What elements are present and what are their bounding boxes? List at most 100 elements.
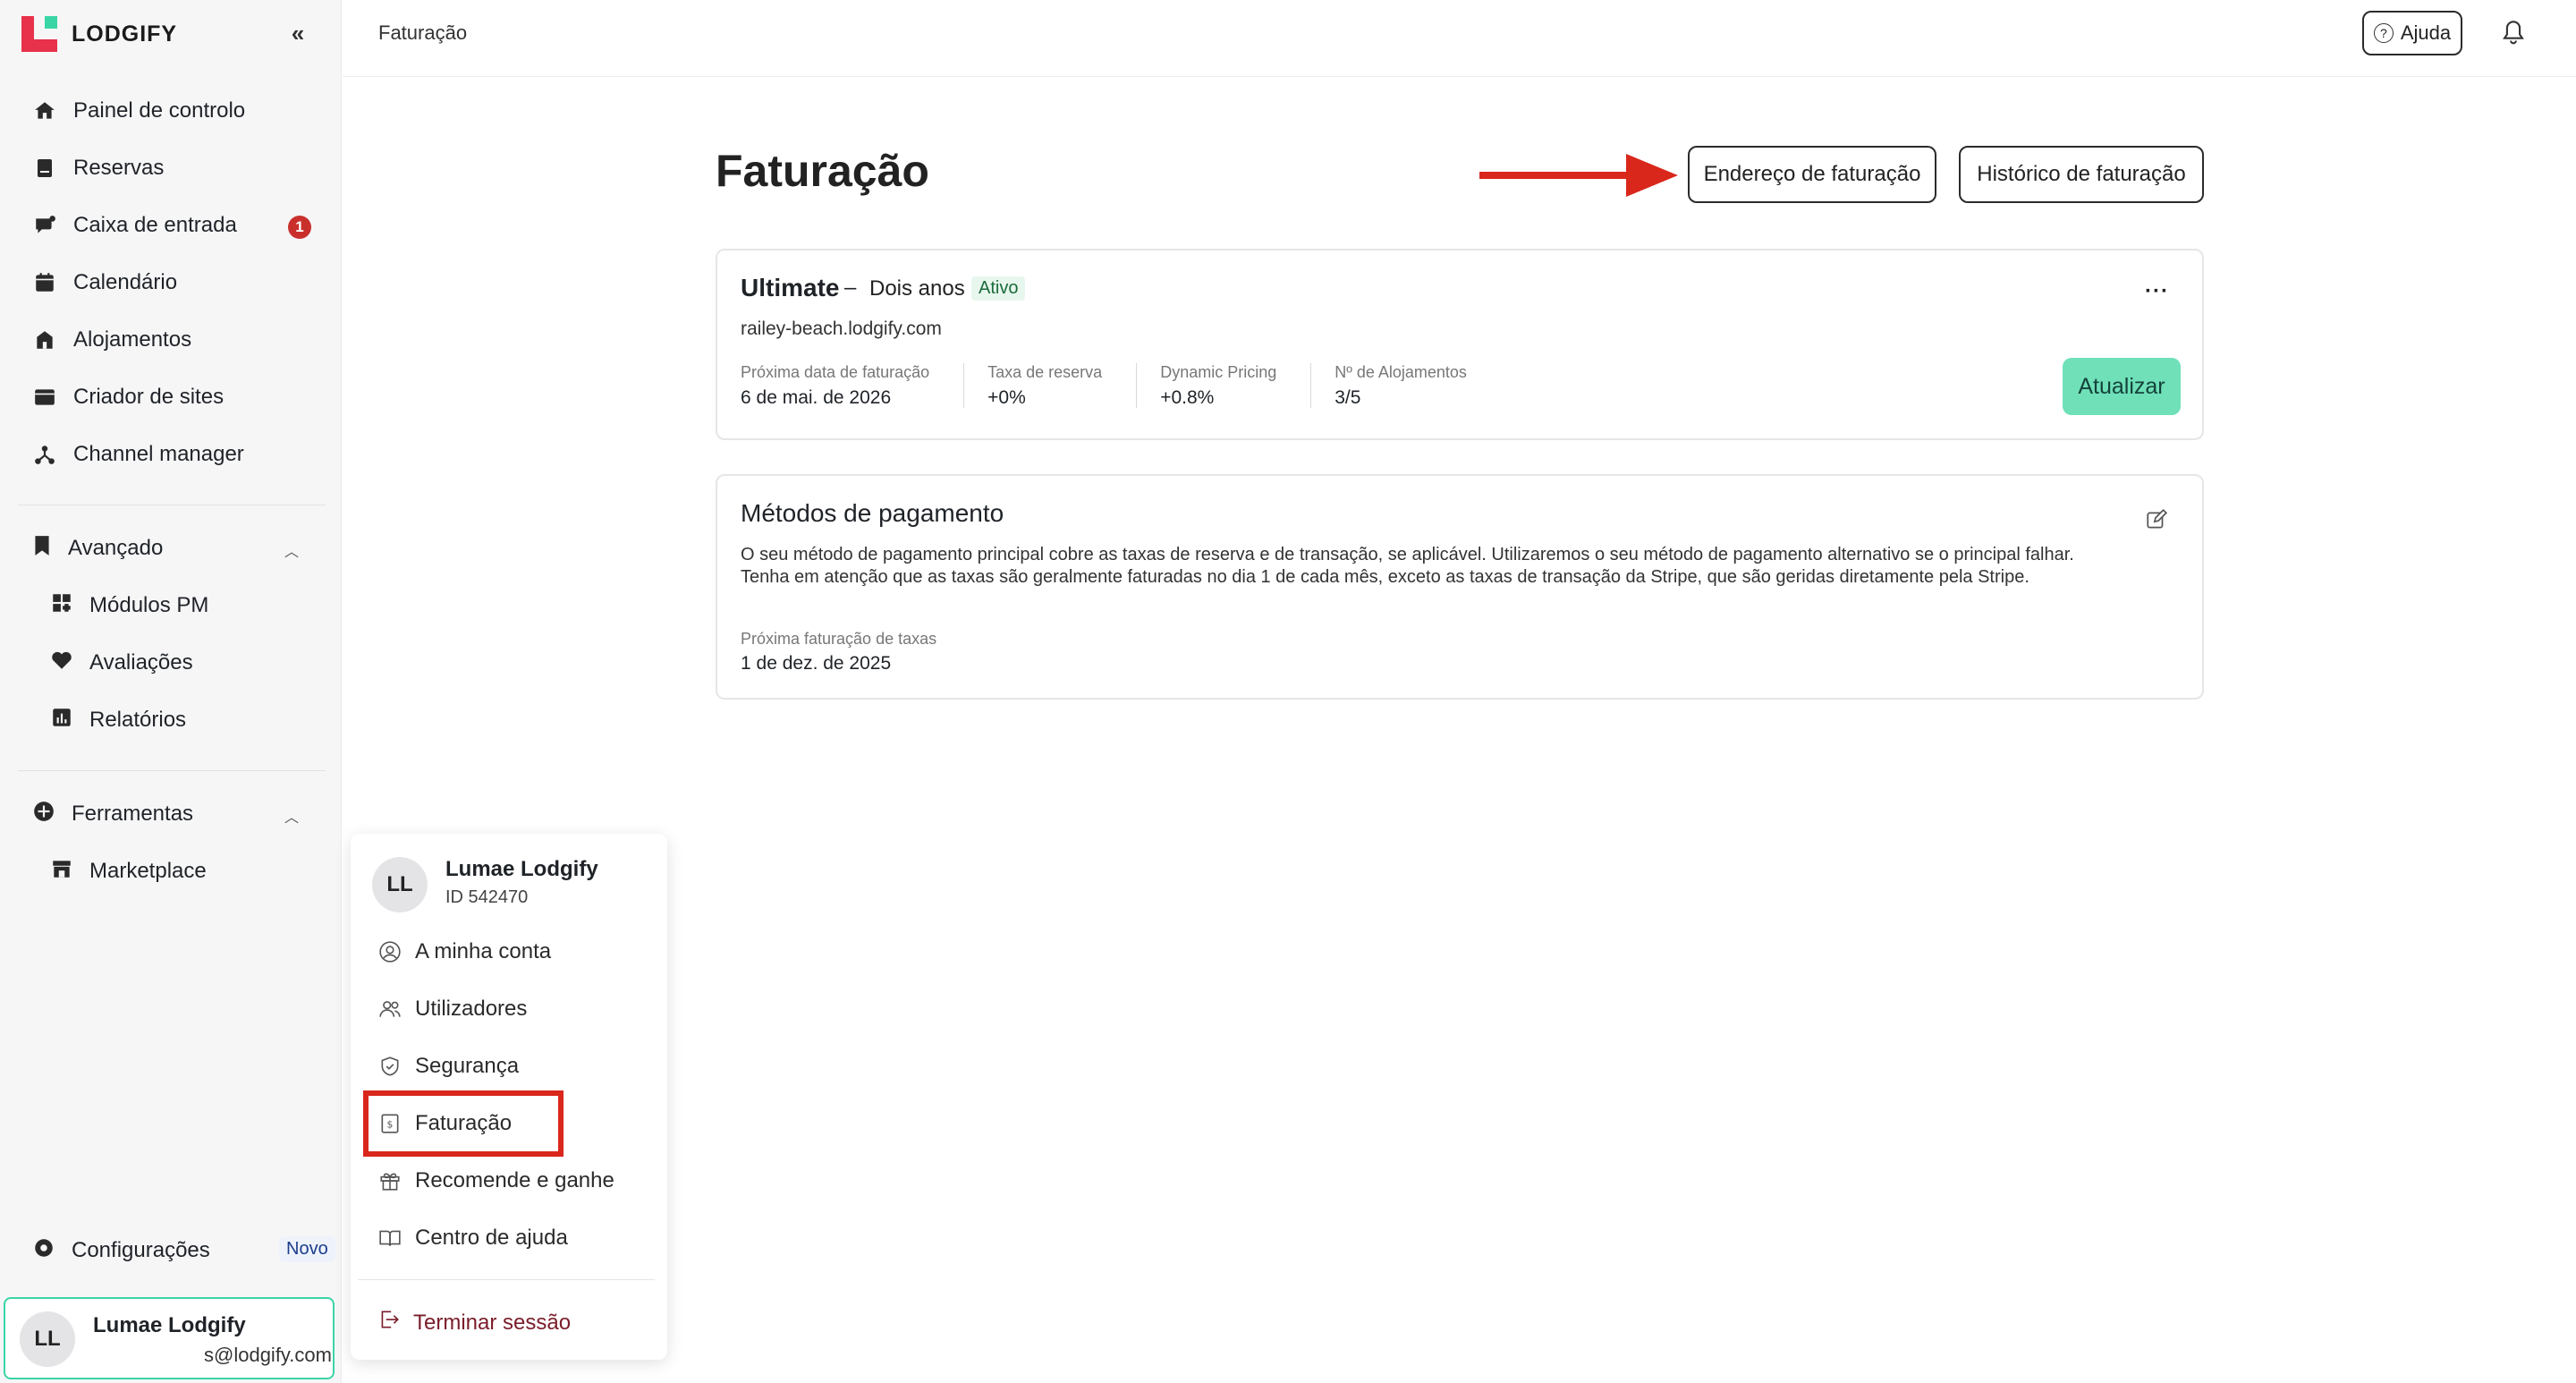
help-label: Ajuda [2400, 21, 2452, 44]
sidebar-item-label: Alojamentos [73, 327, 192, 352]
menu-item-label: Faturação [415, 1111, 513, 1135]
gift-icon [377, 1168, 402, 1193]
sidebar-item-marketplace[interactable]: Marketplace [18, 843, 326, 900]
avatar: LL [372, 857, 428, 912]
reports-icon [50, 706, 73, 735]
sidebar-group-label: Avançado [68, 536, 164, 560]
sidebar-nav: Painel de controlo Reservas Caixa de ent… [18, 82, 326, 900]
menu-item-label: A minha conta [415, 939, 552, 963]
logout-button[interactable]: Terminar sessão [377, 1308, 571, 1337]
collapse-sidebar-button[interactable]: « [279, 18, 317, 48]
channel-icon [32, 442, 57, 467]
sidebar-item-label: Criador de sites [73, 385, 225, 409]
stat-value: +0.8% [1160, 387, 1215, 408]
sidebar-item-label: Channel manager [73, 442, 244, 466]
menu-item-refer[interactable]: Recomende e ganhe [369, 1152, 655, 1209]
payment-methods-card: Métodos de pagamento O seu método de pag… [716, 474, 2204, 700]
breadcrumb: Faturação [378, 21, 468, 44]
billing-history-button[interactable]: Histórico de faturação [1959, 146, 2204, 203]
plan-name: Ultimate [741, 274, 840, 301]
page-title: Faturação [716, 146, 929, 196]
bell-icon[interactable] [2498, 18, 2529, 48]
stat-booking-fee: Taxa de reserva +0% [987, 363, 1138, 408]
sidebar-group-advanced[interactable]: Avançado ︿ [18, 520, 326, 577]
brand[interactable]: LODGIFY [21, 16, 177, 52]
user-email: s@lodgify.com [204, 1344, 332, 1366]
menu-item-label: Segurança [415, 1054, 520, 1078]
inbox-count-badge: 1 [288, 216, 311, 239]
avatar: LL [20, 1311, 75, 1367]
stat-properties: Nº de Alojamentos 3/5 [1335, 363, 1501, 408]
user-menu-divider [358, 1279, 655, 1280]
heart-icon [50, 649, 73, 678]
sidebar-item-label: Reservas [73, 156, 165, 180]
sidebar-group-tools[interactable]: Ferramentas ︿ [18, 785, 326, 843]
sidebar-item-label: Avaliações [89, 650, 193, 675]
brand-name: LODGIFY [72, 21, 178, 47]
users-icon [377, 997, 402, 1022]
question-icon: ? [2373, 23, 2394, 43]
sidebar-item-label: Caixa de entrada [73, 213, 237, 237]
shield-icon [377, 1054, 402, 1079]
sidebar-divider [18, 770, 326, 771]
sidebar-item-label: Relatórios [89, 708, 187, 732]
sidebar-item-label: Configurações [72, 1238, 210, 1262]
menu-item-billing[interactable]: $ Faturação [363, 1090, 655, 1157]
sidebar-item-label: Painel de controlo [73, 98, 246, 123]
sidebar-item-calendar[interactable]: Calendário [18, 254, 326, 311]
chevron-up-icon: ︿ [284, 810, 299, 826]
sidebar-group-label: Ferramentas [72, 802, 194, 826]
user-name: Lumae Lodgify [93, 1313, 246, 1337]
user-menu-name: Lumae Lodgify [445, 857, 598, 881]
top-bar: Faturação ? Ajuda [343, 0, 2576, 77]
billing-address-button[interactable]: Endereço de faturação [1688, 146, 1936, 203]
user-menu: LL Lumae Lodgify ID 542470 A minha conta… [351, 834, 667, 1360]
annotation-arrow [1479, 154, 1678, 197]
stat-label: Dynamic Pricing [1160, 363, 1277, 381]
lodgify-logo-icon [21, 16, 57, 52]
sidebar-item-label: Calendário [73, 270, 178, 294]
stat-label: Próxima data de faturação [741, 363, 930, 381]
help-button[interactable]: ? Ajuda [2362, 11, 2462, 55]
sidebar-item-label: Módulos PM [89, 593, 209, 617]
sidebar-item-inbox[interactable]: Caixa de entrada 1 [18, 197, 326, 254]
sidebar-item-website-builder[interactable]: Criador de sites [18, 369, 326, 426]
bookings-icon [32, 156, 57, 181]
menu-item-help-center[interactable]: Centro de ajuda [369, 1209, 655, 1267]
sidebar-item-properties[interactable]: Alojamentos [18, 311, 326, 369]
sidebar-item-reports[interactable]: Relatórios [18, 692, 326, 749]
sidebar-item-channel-manager[interactable]: Channel manager [18, 426, 326, 483]
plus-circle-icon [32, 800, 55, 829]
stat-value: 6 de mai. de 2026 [741, 387, 892, 408]
chevron-up-icon: ︿ [284, 545, 299, 560]
next-fee-billing-date: 1 de dez. de 2025 [741, 653, 892, 674]
payment-description: O seu método de pagamento principal cobr… [741, 545, 2074, 587]
plan-domain: railey-beach.lodgify.com [741, 318, 942, 339]
inbox-icon [32, 213, 57, 238]
logout-label: Terminar sessão [413, 1310, 572, 1335]
user-menu-id: ID 542470 [445, 887, 529, 907]
property-icon [32, 327, 57, 352]
update-plan-button[interactable]: Atualizar [2063, 358, 2181, 415]
plan-term: Dois anos [869, 276, 965, 301]
sidebar-item-reviews[interactable]: Avaliações [18, 634, 326, 692]
menu-item-users[interactable]: Utilizadores [369, 980, 655, 1038]
sidebar: LODGIFY « Painel de controlo Reservas Ca… [0, 0, 342, 1383]
account-icon [377, 939, 402, 964]
edit-icon[interactable] [2145, 508, 2168, 531]
book-icon [377, 1226, 402, 1251]
sidebar-item-dashboard[interactable]: Painel de controlo [18, 82, 326, 140]
menu-item-security[interactable]: Segurança [369, 1038, 655, 1095]
website-icon [32, 385, 57, 410]
menu-item-my-account[interactable]: A minha conta [369, 923, 655, 980]
sidebar-user-button[interactable]: LL Lumae Lodgify s@lodgify.com [4, 1297, 335, 1379]
sidebar-item-bookings[interactable]: Reservas [18, 140, 326, 197]
new-badge: Novo [279, 1236, 335, 1262]
home-icon [32, 98, 57, 123]
sidebar-item-pm-modules[interactable]: Módulos PM [18, 577, 326, 634]
stat-value: 3/5 [1335, 387, 1361, 408]
more-options-button[interactable]: ··· [2145, 279, 2169, 304]
stat-label: Taxa de reserva [987, 363, 1103, 381]
menu-item-label: Centro de ajuda [415, 1226, 568, 1250]
sidebar-item-settings[interactable]: Configurações Novo [32, 1226, 335, 1276]
